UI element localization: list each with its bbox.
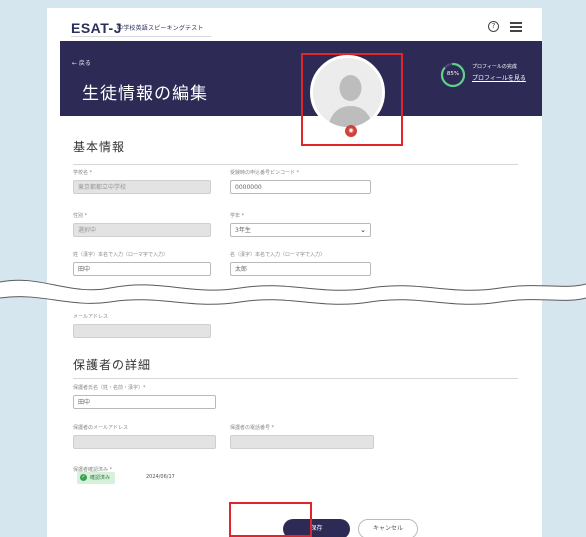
guardian-phone-label: 保護者の電話番号 * <box>230 425 275 431</box>
last-name-label: 姓（漢字）本名で入力（ローマ字で入力） <box>73 252 169 258</box>
guardian-name-label: 保護者氏名（姓・名前・漢字）* <box>73 385 146 391</box>
grade-select-value: 3年生 <box>235 227 251 234</box>
top-navigation: ESAT-J 中学校英語スピーキングテスト ? <box>47 8 542 41</box>
guardian-heading: 保護者の詳細 <box>73 358 152 372</box>
esat-j-logo[interactable]: ESAT-J <box>71 20 122 36</box>
exam-number-input[interactable]: 0000000 <box>230 180 371 194</box>
avatar-highlight-box <box>301 53 403 146</box>
progress-percent: 85% <box>446 71 460 77</box>
check-circle-icon: ✓ <box>80 474 87 481</box>
logo-subtitle: 中学校英語スピーキングテスト <box>117 25 204 32</box>
school-field: 東京都都立中学校 <box>73 180 211 194</box>
guardian-divider <box>73 378 518 379</box>
verified-date: 2024/06/17 <box>146 474 175 480</box>
grade-label: 学年 * <box>230 213 245 219</box>
guardian-phone-field <box>230 435 374 449</box>
chevron-down-icon: ⌄ <box>360 226 366 234</box>
grade-select[interactable]: 3年生 ⌄ <box>230 223 371 237</box>
question-circle-icon[interactable]: ? <box>488 21 499 32</box>
logo-divider <box>71 36 211 37</box>
cancel-button[interactable]: キャンセル <box>358 519 418 537</box>
back-link[interactable]: ← 戻る <box>72 58 91 67</box>
guardian-email-field <box>73 435 216 449</box>
save-highlight-box <box>229 502 312 537</box>
guardian-name-input[interactable]: 田中 <box>73 395 216 409</box>
exam-number-label: 受験時の申込番号ピンコード * <box>230 170 300 176</box>
gender-label: 性別 * <box>73 213 88 219</box>
email-field <box>73 324 211 338</box>
email-label: メールアドレス <box>73 314 109 320</box>
first-name-label: 名（漢字）本名で入力（ローマ字で入力） <box>230 252 326 258</box>
verified-badge-text: 確認済み <box>90 475 111 481</box>
basic-info-heading: 基本情報 <box>73 140 126 154</box>
basic-info-divider <box>73 164 518 165</box>
page-title: 生徒情報の編集 <box>82 84 208 104</box>
guardian-email-label: 保護者のメールアドレス <box>73 425 129 431</box>
profile-completion-label: プロフィールの完成 <box>472 64 517 70</box>
section-break-wave <box>0 279 586 305</box>
guardian-verified-badge: ✓ 確認済み <box>77 472 116 484</box>
gender-field: 選択中 <box>73 223 211 237</box>
hamburger-menu-icon[interactable] <box>510 22 522 32</box>
school-label: 学校名 * <box>73 170 93 176</box>
view-profile-link[interactable]: プロフィールを見る <box>472 73 526 82</box>
